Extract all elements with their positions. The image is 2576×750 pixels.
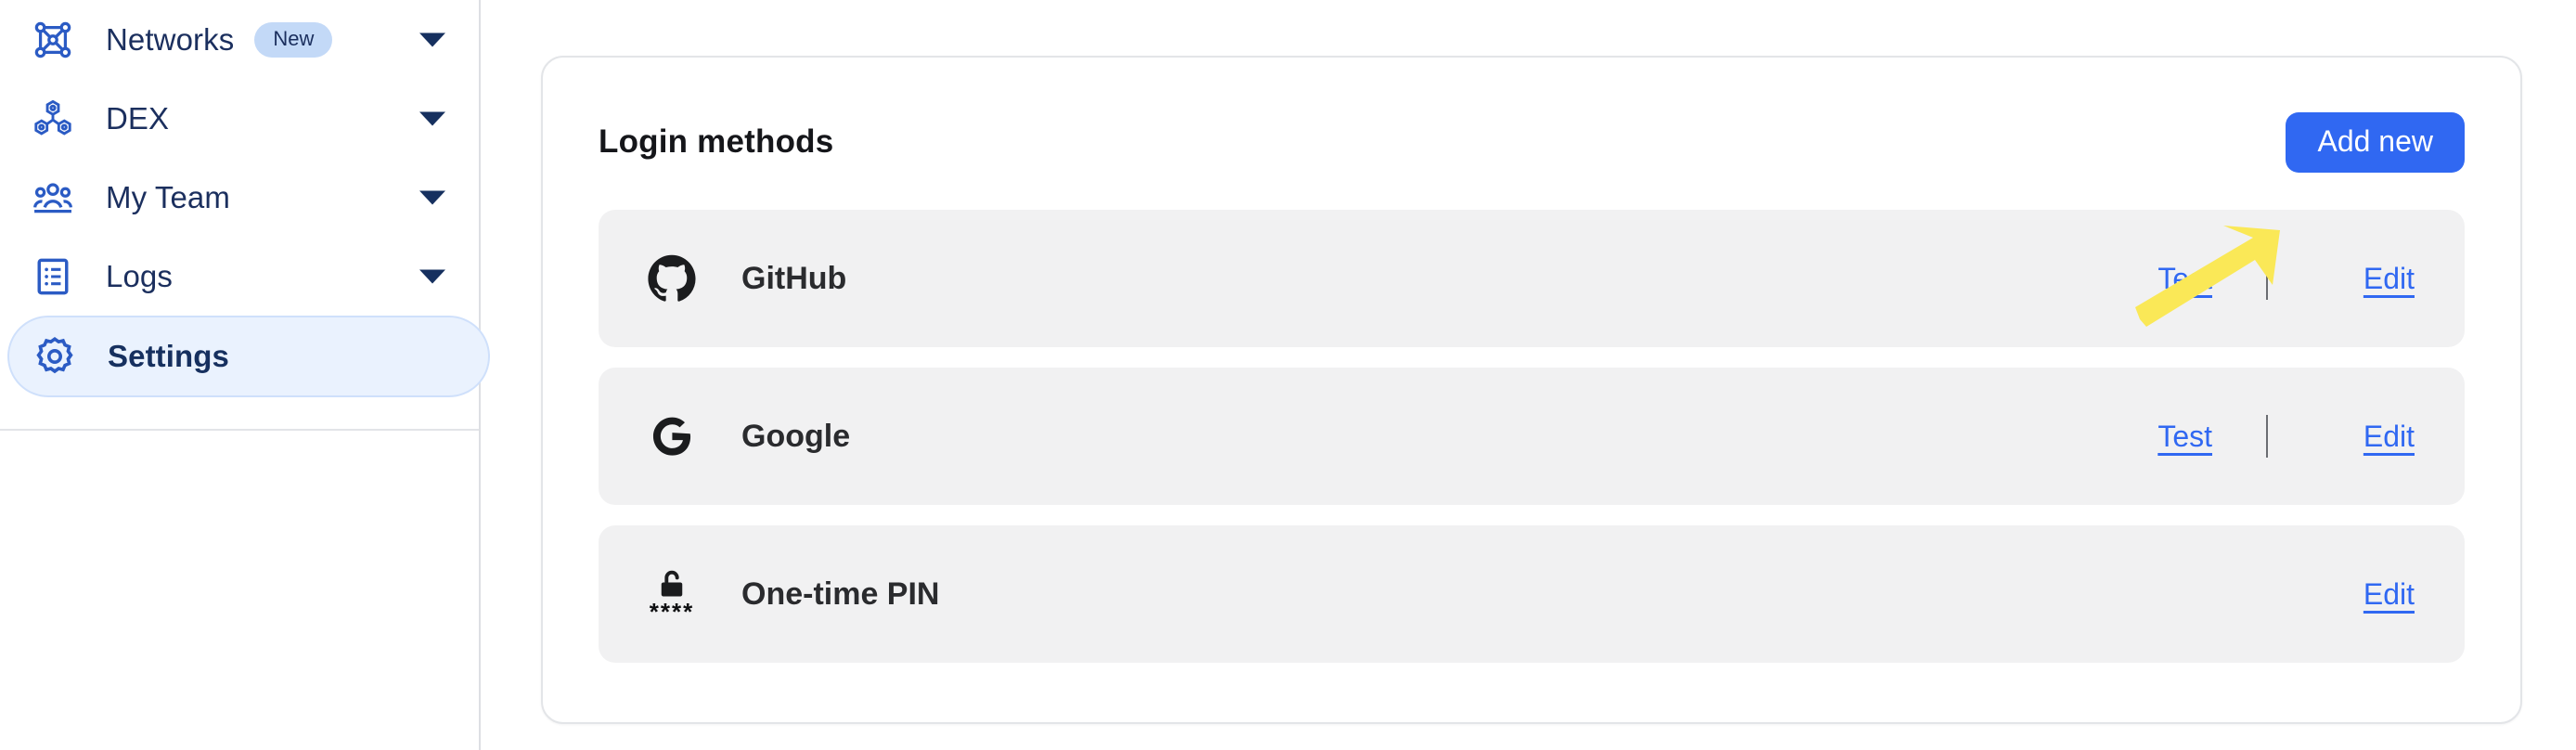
document-list-icon: [28, 252, 78, 302]
pin-mask-dots: ****: [649, 598, 695, 627]
action-divider: [2266, 257, 2268, 300]
sidebar: Networks New DEX My Team Logs Settings: [0, 0, 490, 750]
list-item[interactable]: GitHub Test Edit: [599, 210, 2465, 347]
people-group-icon: [28, 173, 78, 223]
row-actions: Test Edit: [2157, 257, 2415, 300]
row-identity: **** One-time PIN: [643, 565, 940, 627]
add-new-button[interactable]: Add new: [2286, 111, 2465, 173]
list-item-label: GitHub: [741, 260, 847, 296]
sidebar-item-label: Settings: [108, 339, 229, 373]
chevron-down-icon[interactable]: [419, 190, 445, 204]
network-icon: [28, 15, 78, 65]
row-identity: Google: [643, 407, 850, 465]
google-icon: [643, 407, 701, 465]
one-time-pin-icon: ****: [643, 565, 701, 627]
edit-link[interactable]: Edit: [2322, 577, 2415, 612]
sidebar-item-networks[interactable]: Networks New: [0, 0, 479, 79]
chevron-down-icon[interactable]: [419, 32, 445, 46]
dex-hexagon-icon: [28, 94, 78, 144]
sidebar-item-label: My Team: [106, 179, 230, 214]
page-title: Login methods: [599, 123, 834, 160]
test-link[interactable]: Test: [2157, 262, 2212, 296]
app-root: Networks New DEX My Team Logs Settings L…: [0, 0, 2576, 750]
login-methods-card: Login methods Add new GitHub Test Edit G…: [541, 56, 2522, 724]
login-methods-list: GitHub Test Edit Google Test Edit **** O…: [599, 210, 2465, 663]
list-item-label: One-time PIN: [741, 575, 940, 612]
edit-link[interactable]: Edit: [2322, 262, 2415, 296]
chevron-down-icon[interactable]: [419, 269, 445, 283]
sidebar-item-label: Logs: [106, 258, 173, 293]
sidebar-item-my-team[interactable]: My Team: [0, 158, 479, 237]
list-item[interactable]: **** One-time PIN Edit: [599, 525, 2465, 663]
chevron-down-icon[interactable]: [419, 111, 445, 125]
action-divider: [2266, 415, 2268, 458]
sidebar-item-settings[interactable]: Settings: [7, 316, 490, 397]
row-identity: GitHub: [643, 250, 846, 307]
main-content: defined session duration. Login methods …: [481, 0, 2576, 750]
gear-icon: [30, 331, 80, 381]
sidebar-item-label: DEX: [106, 100, 170, 136]
row-actions: Test Edit: [2157, 415, 2415, 458]
row-actions: Edit: [2322, 577, 2415, 612]
list-item[interactable]: Google Test Edit: [599, 368, 2465, 505]
sidebar-item-dex[interactable]: DEX: [0, 79, 479, 158]
sidebar-divider: [0, 429, 479, 431]
sidebar-item-logs[interactable]: Logs: [0, 237, 479, 316]
edit-link[interactable]: Edit: [2322, 420, 2415, 454]
badge-new: New: [254, 21, 333, 58]
sidebar-item-label: Networks: [106, 21, 235, 57]
github-icon: [643, 250, 701, 307]
login-methods-header: Login methods Add new: [599, 110, 2465, 175]
test-link[interactable]: Test: [2157, 420, 2212, 454]
list-item-label: Google: [741, 418, 851, 454]
